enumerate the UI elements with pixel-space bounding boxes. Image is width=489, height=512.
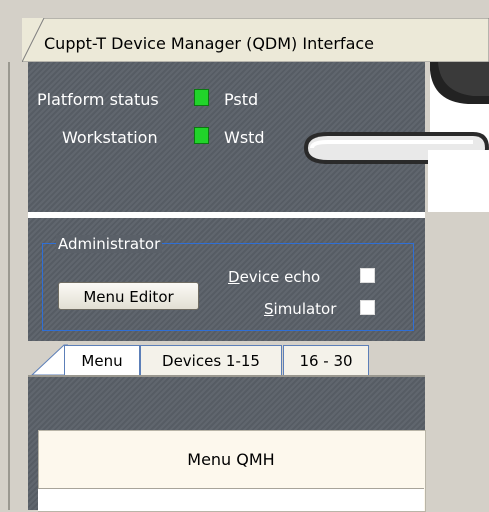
simulator-accel: S <box>264 300 274 318</box>
simulator-label: Simulator <box>264 300 336 318</box>
device-echo-accel: D <box>228 268 240 286</box>
menu-editor-button[interactable]: Menu Editor <box>58 282 199 310</box>
workstation-status-led <box>194 127 209 144</box>
tab-devices-16-30[interactable]: 16 - 30 <box>283 345 369 375</box>
tab-menu-slope <box>30 344 68 376</box>
simulator-checkbox[interactable] <box>360 300 375 315</box>
platform-status-value: Pstd <box>224 90 259 109</box>
left-frame-line <box>8 62 10 510</box>
menu-title: Menu QMH <box>187 450 275 469</box>
simulator-label-rest: imulator <box>273 300 337 318</box>
administrator-legend: Administrator <box>56 235 163 253</box>
device-echo-label: Device echo <box>228 268 320 286</box>
workstation-status-value: Wstd <box>224 128 265 147</box>
cable-icon <box>304 62 489 212</box>
device-echo-checkbox[interactable] <box>360 268 375 283</box>
device-echo-label-rest: evice echo <box>239 268 321 286</box>
tab-menu[interactable]: Menu <box>64 345 140 375</box>
left-frame <box>0 62 28 510</box>
platform-status-label: Platform status <box>37 90 159 109</box>
tab-devices-1-15[interactable]: Devices 1-15 <box>140 345 282 375</box>
separator <box>28 212 425 218</box>
window-title: Cuppt-T Device Manager (QDM) Interface <box>44 34 375 53</box>
platform-status-led <box>194 89 209 106</box>
tab-baseline <box>28 375 425 377</box>
workstation-status-label: Workstation <box>62 128 158 147</box>
menu-list[interactable] <box>38 488 424 511</box>
